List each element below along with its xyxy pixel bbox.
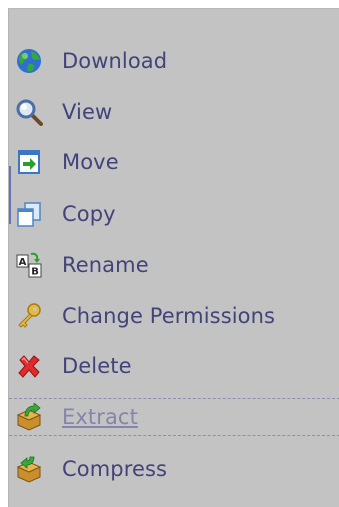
menu-item-copy[interactable]: Copy bbox=[9, 195, 339, 233]
menu-item-label: Delete bbox=[62, 354, 132, 378]
menu-item-label: Move bbox=[62, 150, 119, 174]
globe-icon bbox=[15, 47, 43, 75]
magnifier-icon bbox=[15, 98, 43, 126]
red-x-icon bbox=[15, 352, 43, 380]
menu-item-label: Copy bbox=[62, 202, 116, 226]
context-menu: Download View Move Copy A B Rename Chang… bbox=[8, 8, 339, 507]
menu-item-rename[interactable]: A B Rename bbox=[9, 246, 339, 284]
menu-item-label: Change Permissions bbox=[62, 304, 276, 328]
menu-item-view[interactable]: View bbox=[9, 93, 339, 131]
menu-item-extract[interactable]: Extract bbox=[9, 398, 339, 436]
box-icon bbox=[15, 455, 43, 483]
menu-item-label: Download bbox=[62, 49, 168, 73]
box-icon bbox=[15, 403, 43, 431]
rename-icon-letter-a: A bbox=[19, 257, 27, 268]
rename-icon-letter-b: B bbox=[31, 267, 39, 278]
menu-item-change-permissions[interactable]: Change Permissions bbox=[9, 297, 339, 335]
menu-item-compress[interactable]: Compress bbox=[9, 450, 339, 488]
menu-item-download[interactable]: Download bbox=[9, 42, 339, 80]
key-icon bbox=[15, 302, 43, 330]
move-icon bbox=[15, 148, 43, 176]
menu-item-label: Compress bbox=[62, 457, 168, 481]
copy-icon bbox=[15, 200, 43, 228]
menu-item-delete[interactable]: Delete bbox=[9, 347, 339, 385]
menu-item-label: Extract bbox=[62, 405, 138, 429]
rename-icon: A B bbox=[15, 251, 43, 279]
menu-item-label: View bbox=[62, 100, 113, 124]
menu-item-move[interactable]: Move bbox=[9, 143, 339, 181]
menu-item-label: Rename bbox=[62, 253, 149, 277]
